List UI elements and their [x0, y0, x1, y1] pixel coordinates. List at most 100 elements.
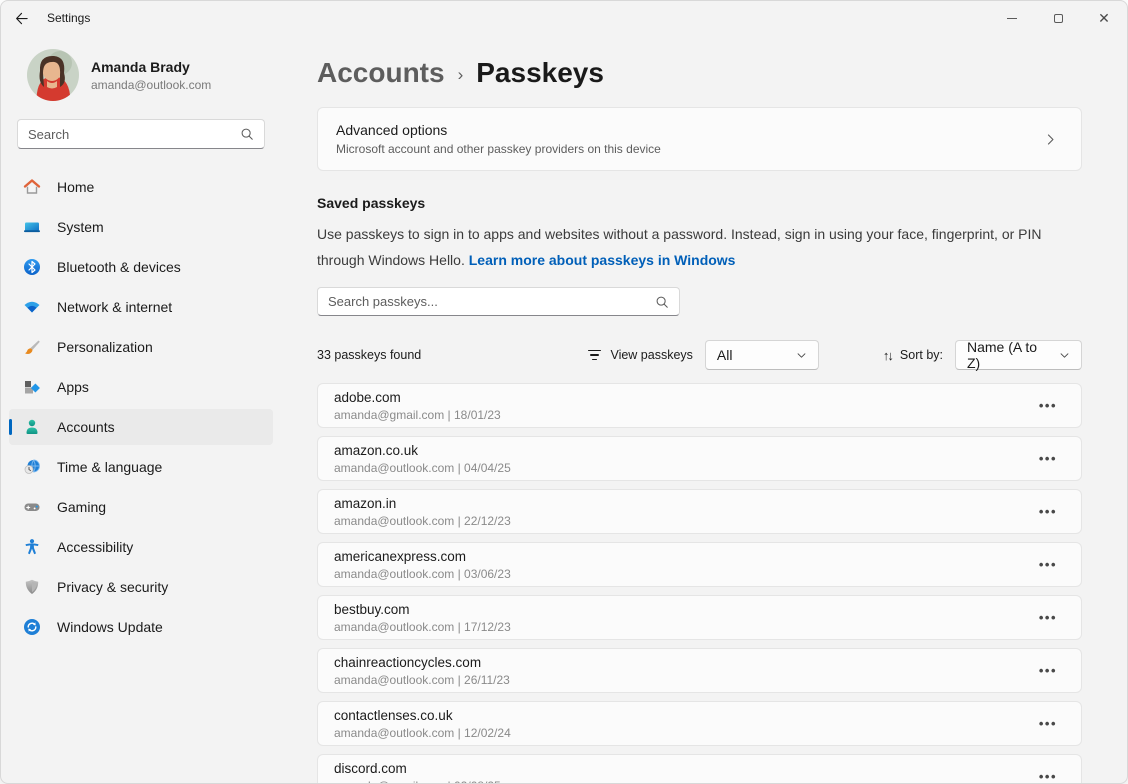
- sort-by-dropdown[interactable]: Name (A to Z): [955, 340, 1082, 370]
- sidebar-item-windows-update[interactable]: Windows Update: [9, 609, 273, 645]
- sort-by-label: Sort by:: [900, 348, 943, 362]
- passkey-row: contactlenses.co.uk amanda@outlook.com |…: [317, 701, 1082, 746]
- passkey-site: amazon.in: [334, 496, 1031, 511]
- gaming-icon: [23, 498, 41, 516]
- page-title: Passkeys: [476, 57, 604, 89]
- minimize-icon: [1007, 18, 1017, 19]
- settings-window: Settings ✕: [0, 0, 1128, 784]
- sidebar-item-network[interactable]: Network & internet: [9, 289, 273, 325]
- passkey-site: bestbuy.com: [334, 602, 1031, 617]
- sidebar-item-bluetooth[interactable]: Bluetooth & devices: [9, 249, 273, 285]
- close-icon: ✕: [1098, 11, 1110, 25]
- sidebar-item-apps[interactable]: Apps: [9, 369, 273, 405]
- apps-icon: [23, 378, 41, 396]
- windows-update-icon: [23, 618, 41, 636]
- sidebar-item-home[interactable]: Home: [9, 169, 273, 205]
- more-options-button[interactable]: •••: [1031, 394, 1065, 417]
- sidebar-item-gaming[interactable]: Gaming: [9, 489, 273, 525]
- saved-passkeys-heading: Saved passkeys: [317, 195, 1082, 211]
- passkey-site: adobe.com: [334, 390, 1031, 405]
- sidebar-item-time-language[interactable]: Time & language: [9, 449, 273, 485]
- avatar: [27, 49, 79, 101]
- passkey-row: amazon.in amanda@outlook.com | 22/12/23 …: [317, 489, 1082, 534]
- sidebar-item-privacy[interactable]: Privacy & security: [9, 569, 273, 605]
- advanced-options-subtitle: Microsoft account and other passkey prov…: [336, 142, 1044, 156]
- search-icon: [655, 295, 669, 309]
- sidebar-item-label: Gaming: [57, 499, 106, 515]
- maximize-button[interactable]: [1035, 1, 1081, 35]
- passkey-row: americanexpress.com amanda@outlook.com |…: [317, 542, 1082, 587]
- breadcrumb-separator-icon: ›: [458, 65, 464, 85]
- chevron-down-icon: [796, 350, 807, 361]
- time-language-icon: [23, 458, 41, 476]
- learn-more-link[interactable]: Learn more about passkeys in Windows: [469, 252, 736, 268]
- titlebar: Settings ✕: [1, 1, 1127, 35]
- sidebar-item-label: Personalization: [57, 339, 153, 355]
- bluetooth-icon: [23, 258, 41, 276]
- more-options-button[interactable]: •••: [1031, 606, 1065, 629]
- sidebar-item-accounts[interactable]: Accounts: [9, 409, 273, 445]
- passkey-detail: amanda@outlook.com | 22/12/23: [334, 514, 1031, 528]
- sidebar-item-label: Accounts: [57, 419, 115, 435]
- more-options-button[interactable]: •••: [1031, 712, 1065, 735]
- sidebar-item-label: Network & internet: [57, 299, 172, 315]
- sidebar-item-label: System: [57, 219, 104, 235]
- view-passkeys-dropdown[interactable]: All: [705, 340, 819, 370]
- network-icon: [23, 298, 41, 316]
- breadcrumb: Accounts › Passkeys: [317, 57, 1082, 89]
- passkeys-description: Use passkeys to sign in to apps and webs…: [317, 221, 1059, 273]
- search-icon: [240, 127, 254, 141]
- back-button[interactable]: [1, 1, 41, 35]
- more-options-button[interactable]: •••: [1031, 553, 1065, 576]
- personalization-icon: [23, 338, 41, 356]
- sidebar-item-system[interactable]: System: [9, 209, 273, 245]
- sort-by-value: Name (A to Z): [967, 339, 1052, 371]
- advanced-options-title: Advanced options: [336, 122, 1044, 138]
- sidebar-item-label: Bluetooth & devices: [57, 259, 181, 275]
- accounts-icon: [23, 418, 41, 436]
- sidebar-item-label: Privacy & security: [57, 579, 168, 595]
- sidebar-item-accessibility[interactable]: Accessibility: [9, 529, 273, 565]
- close-button[interactable]: ✕: [1081, 1, 1127, 35]
- user-name: Amanda Brady: [91, 59, 211, 75]
- sidebar-item-label: Home: [57, 179, 94, 195]
- more-options-button[interactable]: •••: [1031, 659, 1065, 682]
- passkey-list: adobe.com amanda@gmail.com | 18/01/23 ••…: [317, 383, 1082, 784]
- main-content: Accounts › Passkeys Advanced options Mic…: [281, 35, 1127, 784]
- passkey-detail: amanda@gmail.com | 02/08/25: [334, 779, 1031, 784]
- sidebar-search[interactable]: [17, 119, 265, 149]
- accessibility-icon: [23, 538, 41, 556]
- sidebar-search-input[interactable]: [28, 127, 240, 142]
- passkey-detail: amanda@outlook.com | 12/02/24: [334, 726, 1031, 740]
- user-profile[interactable]: Amanda Brady amanda@outlook.com: [27, 49, 265, 101]
- app-title: Settings: [47, 11, 90, 25]
- passkey-site: chainreactioncycles.com: [334, 655, 1031, 670]
- sidebar-item-label: Time & language: [57, 459, 162, 475]
- breadcrumb-accounts[interactable]: Accounts: [317, 57, 445, 89]
- advanced-options-card[interactable]: Advanced options Microsoft account and o…: [317, 107, 1082, 171]
- passkey-search-input[interactable]: [328, 294, 655, 309]
- passkey-site: discord.com: [334, 761, 1031, 776]
- passkey-row: amazon.co.uk amanda@outlook.com | 04/04/…: [317, 436, 1082, 481]
- passkey-search[interactable]: [317, 287, 680, 316]
- passkeys-count: 33 passkeys found: [317, 348, 421, 362]
- filter-row: 33 passkeys found View passkeys All ↑↓ S…: [317, 340, 1082, 370]
- sidebar-item-label: Accessibility: [57, 539, 133, 555]
- more-options-button[interactable]: •••: [1031, 447, 1065, 470]
- sidebar-nav: Home System Bluetooth & devices Network …: [1, 169, 281, 645]
- sidebar-item-personalization[interactable]: Personalization: [9, 329, 273, 365]
- user-email: amanda@outlook.com: [91, 78, 211, 92]
- home-icon: [23, 178, 41, 196]
- more-options-button[interactable]: •••: [1031, 765, 1065, 784]
- more-options-button[interactable]: •••: [1031, 500, 1065, 523]
- passkey-site: americanexpress.com: [334, 549, 1031, 564]
- passkey-detail: amanda@outlook.com | 26/11/23: [334, 673, 1031, 687]
- passkey-site: contactlenses.co.uk: [334, 708, 1031, 723]
- sidebar-item-label: Apps: [57, 379, 89, 395]
- minimize-button[interactable]: [989, 1, 1035, 35]
- chevron-down-icon: [1059, 350, 1070, 361]
- system-icon: [23, 218, 41, 236]
- passkey-row: bestbuy.com amanda@outlook.com | 17/12/2…: [317, 595, 1082, 640]
- passkey-row: adobe.com amanda@gmail.com | 18/01/23 ••…: [317, 383, 1082, 428]
- privacy-icon: [23, 578, 41, 596]
